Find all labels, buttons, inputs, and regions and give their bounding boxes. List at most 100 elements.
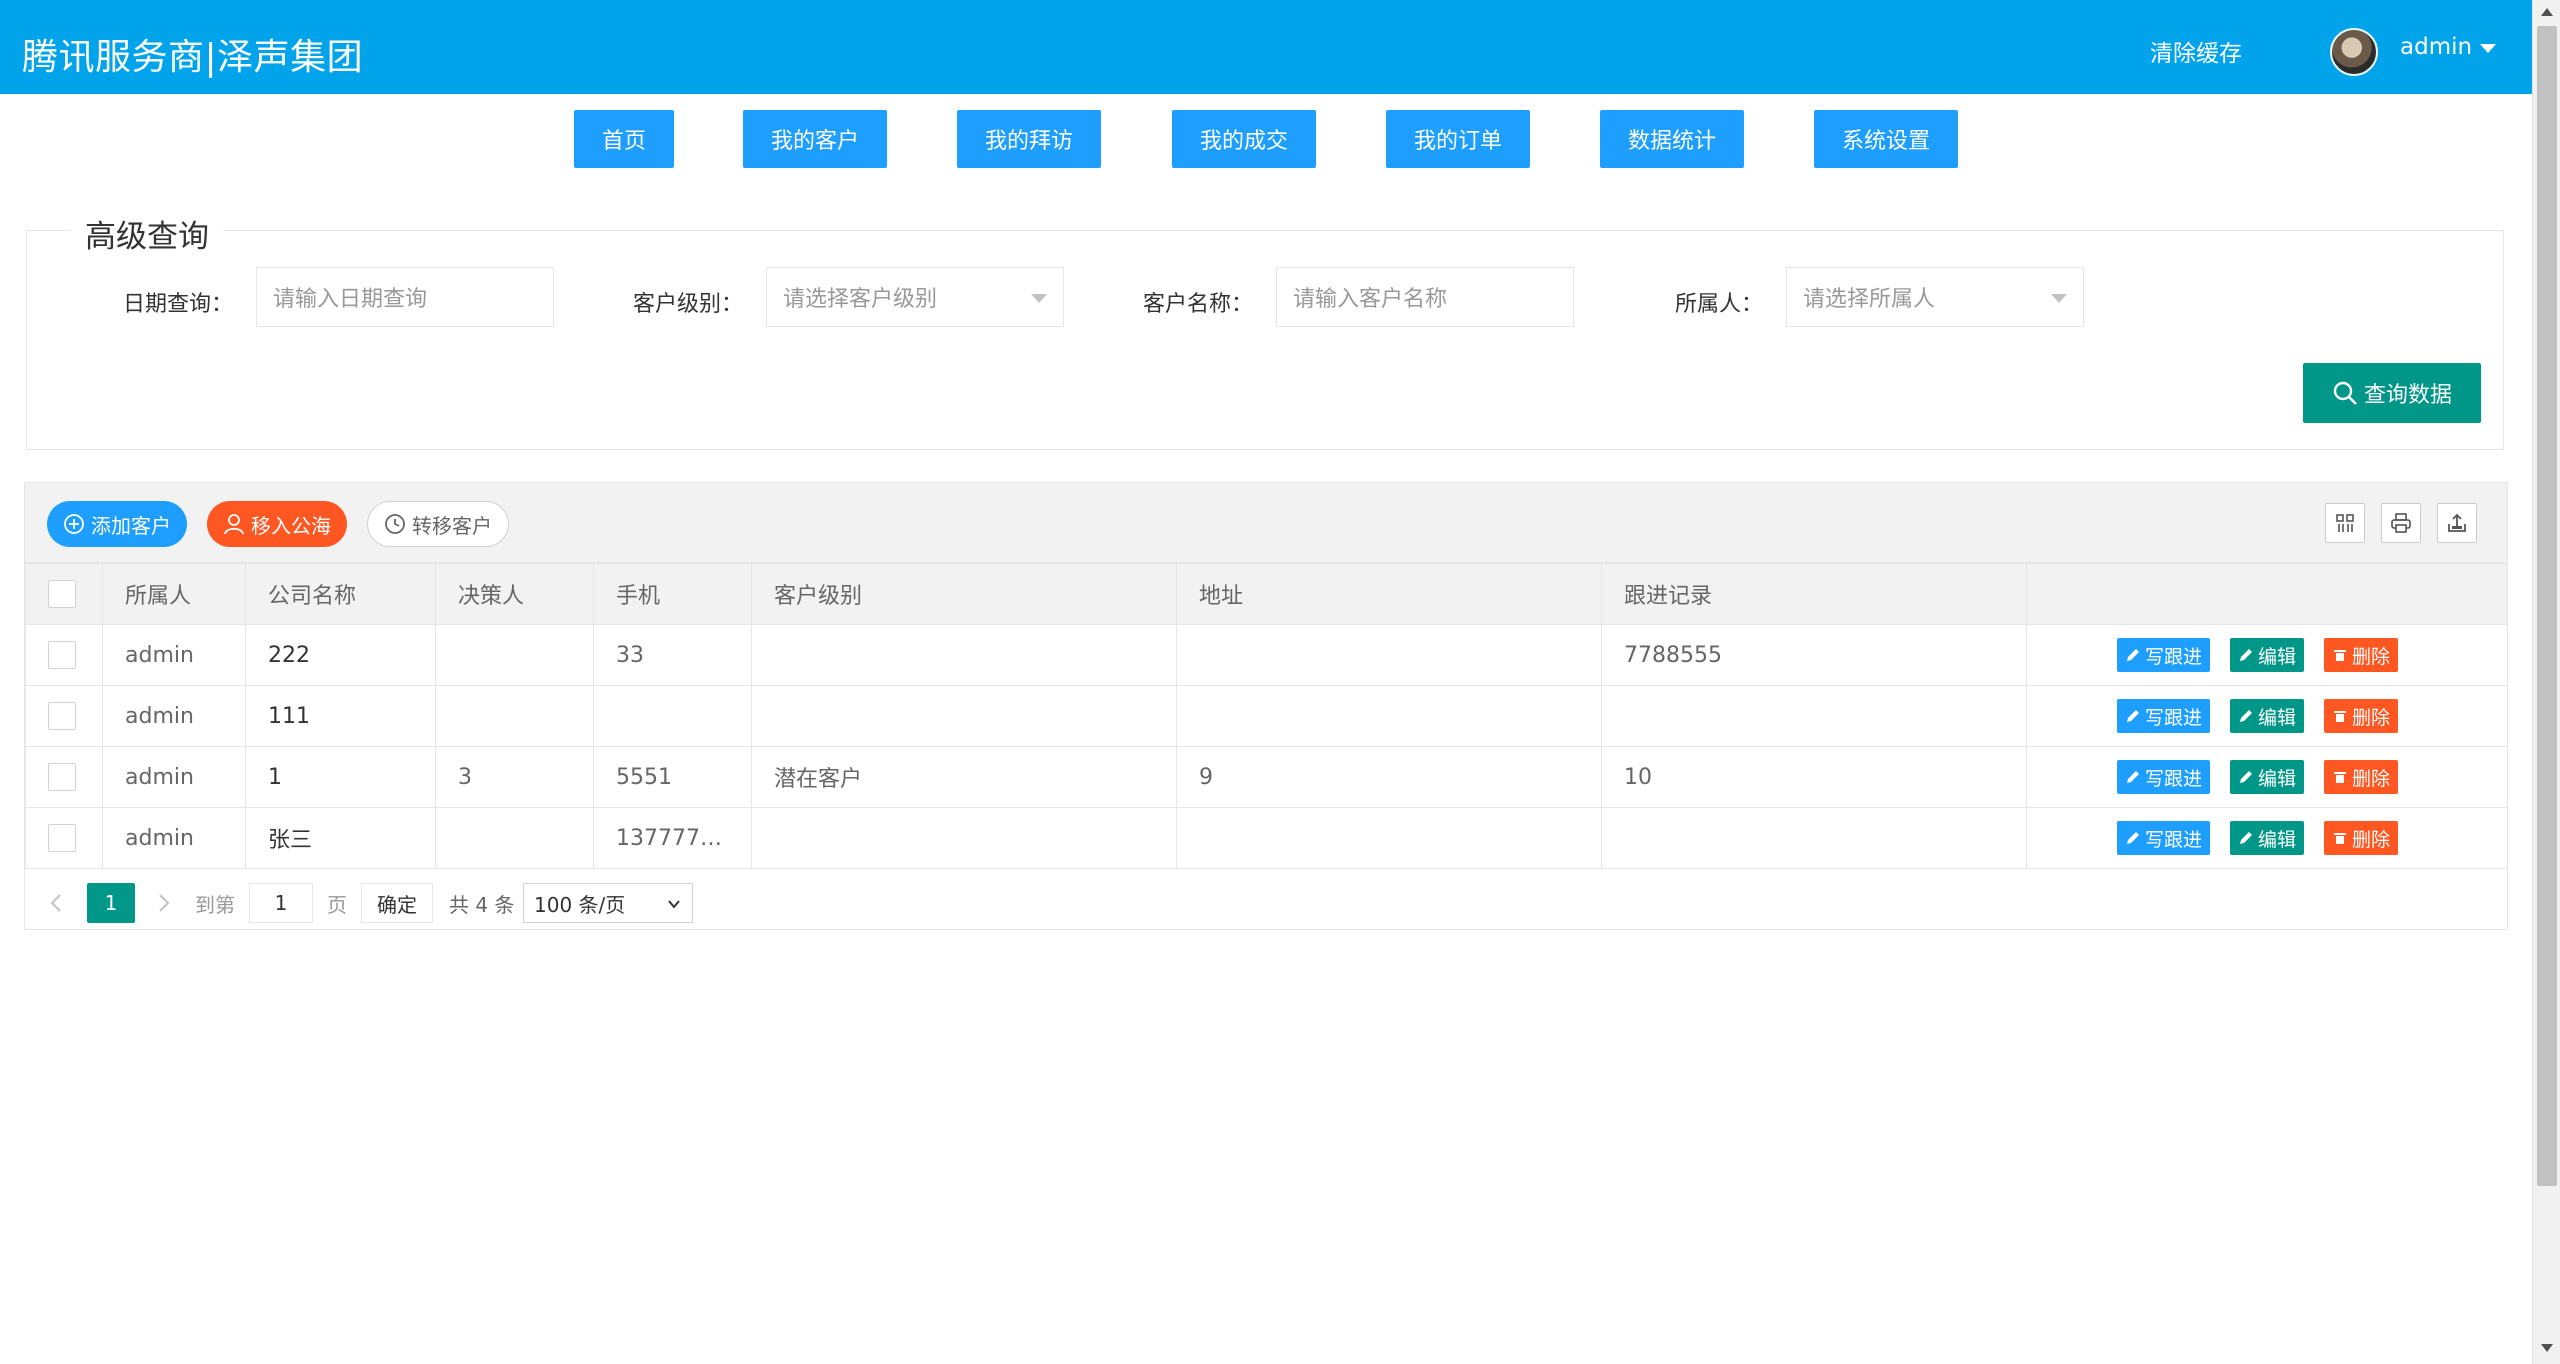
current-page-button[interactable]: 1 [87, 883, 135, 923]
select-all-checkbox[interactable] [48, 580, 76, 608]
scrollbar-thumb[interactable] [2537, 26, 2557, 1186]
username-menu[interactable]: admin [2400, 34, 2472, 60]
chevron-down-icon [1031, 294, 1047, 303]
add-customer-label: 添加客户 [91, 513, 171, 538]
delete-label: 删除 [2352, 645, 2391, 668]
delete-button[interactable]: 删除 [2324, 821, 2399, 855]
clock-icon [384, 513, 406, 535]
date-query-input[interactable]: 请输入日期查询 [256, 267, 554, 327]
col-decision-maker: 决策人 [435, 563, 594, 625]
edit-button[interactable]: 编辑 [2230, 821, 2305, 855]
pencil-icon [2127, 832, 2139, 844]
col-followup: 跟进记录 [1601, 563, 2027, 625]
page-size-value: 100 条/页 [534, 892, 626, 917]
next-page-icon[interactable] [155, 883, 173, 923]
table-row: admin 1 3 5551 潜在客户 9 10 写跟进 编辑 删除 [25, 746, 2508, 808]
row-select-cell [25, 624, 103, 686]
cell-address [1176, 685, 1602, 747]
write-followup-button[interactable]: 写跟进 [2117, 821, 2211, 855]
cell-decision-maker: 3 [435, 746, 594, 808]
delete-button[interactable]: 删除 [2324, 699, 2399, 733]
table-toolbar: 添加客户 移入公海 转移客户 [25, 483, 2507, 563]
row-checkbox[interactable] [48, 763, 76, 791]
cell-phone [593, 685, 752, 747]
page-number-input[interactable]: 1 [249, 883, 313, 923]
edit-label: 编辑 [2258, 706, 2297, 729]
table-row: admin 222 33 7788555 写跟进 编辑 删除 [25, 624, 2508, 686]
col-company: 公司名称 [245, 563, 436, 625]
delete-button[interactable]: 删除 [2324, 638, 2399, 672]
column-filter-icon[interactable] [2325, 503, 2365, 543]
export-icon[interactable] [2437, 503, 2477, 543]
page-unit-label: 页 [327, 892, 347, 917]
cell-address [1176, 624, 1602, 686]
owner-select[interactable]: 请选择所属人 [1786, 267, 2084, 327]
write-followup-button[interactable]: 写跟进 [2117, 699, 2211, 733]
nav-my-orders[interactable]: 我的订单 [1386, 110, 1530, 168]
page-size-select[interactable]: 100 条/页 [523, 883, 693, 923]
cell-level [751, 624, 1177, 686]
write-followup-label: 写跟进 [2145, 645, 2203, 668]
cell-phone: 5551 [593, 746, 752, 808]
delete-button[interactable]: 删除 [2324, 760, 2399, 794]
brand-title: 腾讯服务商|泽声集团 [22, 37, 364, 78]
cell-owner: admin [102, 685, 246, 747]
add-customer-button[interactable]: 添加客户 [47, 501, 187, 547]
col-owner: 所属人 [102, 563, 246, 625]
cell-level [751, 685, 1177, 747]
search-icon [2333, 381, 2357, 405]
move-to-public-button[interactable]: 移入公海 [207, 501, 347, 547]
customer-table-panel: 添加客户 移入公海 转移客户 所属人 公司名称 决策人 手机 客户级别 地址 跟… [24, 482, 2508, 930]
write-followup-button[interactable]: 写跟进 [2117, 760, 2211, 794]
trash-icon [2334, 650, 2347, 661]
clear-cache-link[interactable]: 清除缓存 [2150, 34, 2242, 68]
transfer-customer-button[interactable]: 转移客户 [367, 501, 509, 547]
row-checkbox[interactable] [48, 641, 76, 669]
transfer-customer-label: 转移客户 [412, 513, 492, 538]
table-row: admin 张三 1377777… 写跟进 编辑 删除 [25, 807, 2508, 869]
nav-my-customers[interactable]: 我的客户 [743, 110, 887, 168]
caret-down-icon[interactable] [2480, 44, 2496, 53]
pagination: 1 到第 1 页 确定 共 4 条 100 条/页 [25, 869, 2507, 929]
nav-my-visits[interactable]: 我的拜访 [957, 110, 1101, 168]
vertical-scrollbar[interactable] [2532, 0, 2560, 1364]
nav-statistics[interactable]: 数据统计 [1600, 110, 1744, 168]
advanced-query-panel: 高级查询 日期查询： 请输入日期查询 客户级别： 请选择客户级别 客户名称： 请… [26, 211, 2504, 450]
customer-name-input[interactable]: 请输入客户名称 [1276, 267, 1574, 327]
pencil-icon [2240, 832, 2253, 844]
avatar[interactable] [2330, 28, 2378, 76]
write-followup-label: 写跟进 [2145, 767, 2203, 790]
scroll-down-icon[interactable] [2541, 1344, 2553, 1352]
confirm-page-button[interactable]: 确定 [361, 883, 433, 923]
row-checkbox[interactable] [48, 702, 76, 730]
edit-button[interactable]: 编辑 [2230, 760, 2305, 794]
write-followup-button[interactable]: 写跟进 [2117, 638, 2211, 672]
select-all-cell [25, 563, 103, 625]
scroll-up-icon[interactable] [2541, 8, 2553, 16]
nav-home[interactable]: 首页 [574, 110, 674, 168]
prev-page-icon[interactable] [47, 883, 65, 923]
print-icon[interactable] [2381, 503, 2421, 543]
nav-settings[interactable]: 系统设置 [1814, 110, 1958, 168]
cell-followup: 7788555 [1601, 624, 2027, 686]
user-icon [223, 513, 245, 535]
delete-label: 删除 [2352, 706, 2391, 729]
main-nav: 首页 我的客户 我的拜访 我的成交 我的订单 数据统计 系统设置 [0, 110, 2532, 170]
nav-my-deals[interactable]: 我的成交 [1172, 110, 1316, 168]
trash-icon [2334, 711, 2347, 722]
plus-circle-icon [63, 513, 85, 535]
query-data-button[interactable]: 查询数据 [2303, 363, 2481, 423]
customer-level-placeholder: 请选择客户级别 [783, 287, 938, 312]
row-checkbox[interactable] [48, 824, 76, 852]
edit-button[interactable]: 编辑 [2230, 638, 2305, 672]
edit-button[interactable]: 编辑 [2230, 699, 2305, 733]
customer-level-select[interactable]: 请选择客户级别 [766, 267, 1064, 327]
pencil-icon [2127, 710, 2139, 722]
pencil-icon [2240, 771, 2253, 783]
cell-decision-maker [435, 624, 594, 686]
row-select-cell [25, 807, 103, 869]
goto-label: 到第 [195, 892, 235, 917]
row-select-cell [25, 685, 103, 747]
customer-name-label: 客户名称： [1143, 292, 1254, 317]
customer-table: 所属人 公司名称 决策人 手机 客户级别 地址 跟进记录 admin 222 3… [25, 563, 2508, 869]
